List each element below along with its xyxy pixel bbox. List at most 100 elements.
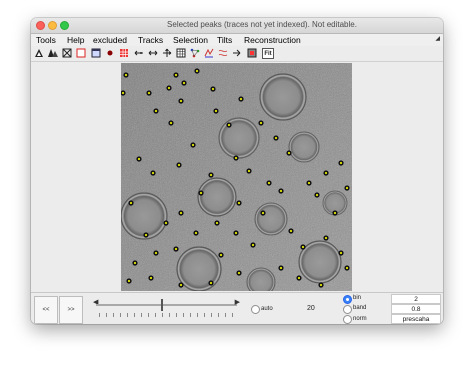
peak-marker-center <box>247 169 251 173</box>
peak-marker-center <box>137 157 141 161</box>
peak-marker-center <box>289 229 293 233</box>
slider-ticks <box>99 313 239 317</box>
peak-marker-center <box>174 73 178 77</box>
peak-marker-center <box>179 211 183 215</box>
peak-marker-center <box>234 231 238 235</box>
bin-label: bin <box>353 295 362 301</box>
peak-marker-center <box>234 156 238 160</box>
dot-marker-icon[interactable] <box>105 48 115 58</box>
menu-selection[interactable]: Selection <box>173 35 208 45</box>
menu-tools[interactable]: Tools <box>36 35 56 45</box>
peak-marker-center <box>251 243 255 247</box>
menu-help[interactable]: Help <box>67 35 84 45</box>
red-frame-icon[interactable] <box>76 48 86 58</box>
band-radio[interactable] <box>343 305 352 314</box>
norm-field[interactable]: prescaha <box>391 314 441 324</box>
micrograph-image[interactable] <box>121 63 352 291</box>
previous-button[interactable]: << <box>34 296 58 324</box>
slider-thumb[interactable] <box>161 299 163 311</box>
minimize-window-button[interactable] <box>48 21 57 30</box>
peak-marker-center <box>169 121 173 125</box>
peak-marker-center <box>151 171 155 175</box>
peak-marker-center <box>129 201 133 205</box>
peak-marker-center <box>345 186 349 190</box>
peak-marker-center <box>194 231 198 235</box>
peak-marker-center <box>154 109 158 113</box>
auto-radio[interactable] <box>251 305 260 314</box>
shift-left-icon[interactable] <box>134 48 144 58</box>
peak-marker-center <box>209 281 213 285</box>
menu-reconstruction[interactable]: Reconstruction <box>244 35 301 45</box>
peak-marker-center <box>324 171 328 175</box>
peak-marker-center <box>227 123 231 127</box>
shift-right-icon[interactable] <box>148 48 158 58</box>
band-label: band <box>353 305 367 311</box>
peak-marker-center <box>215 221 219 225</box>
peak-marker-center <box>319 283 323 287</box>
peak-marker-center <box>307 181 311 185</box>
window-title: Selected peaks (traces not yet indexed).… <box>167 20 357 29</box>
peak-marker-center <box>339 251 343 255</box>
peak-marker-center <box>177 163 181 167</box>
close-window-button[interactable] <box>36 21 45 30</box>
network-icon[interactable] <box>190 48 200 58</box>
peak-marker-center <box>182 81 186 85</box>
app-window: Selected peaks (traces not yet indexed).… <box>31 18 443 324</box>
frame-number: 20 <box>307 305 315 312</box>
next-button[interactable]: >> <box>59 296 83 324</box>
peak-marker-center <box>121 91 125 95</box>
peak-marker-center <box>237 271 241 275</box>
band-field[interactable]: 0.8 <box>391 304 441 314</box>
peak-marker-center <box>179 283 183 287</box>
peak-marker-center <box>259 121 263 125</box>
peak-marker-center <box>297 276 301 280</box>
table-icon[interactable] <box>176 48 186 58</box>
peak-marker-center <box>133 261 137 265</box>
fit-button[interactable]: Fit <box>262 48 274 59</box>
peak-marker-center <box>301 245 305 249</box>
control-panel: << >> ◀ ▶ auto 20 bin 2 band 0.8 norm pr… <box>31 292 443 324</box>
move-icon[interactable] <box>162 48 172 58</box>
micrograph-svg <box>121 63 352 291</box>
peak-marker-center <box>199 191 203 195</box>
bin-field[interactable]: 2 <box>391 294 441 304</box>
zoom-window-button[interactable] <box>60 21 69 30</box>
peak-marker-center <box>333 211 337 215</box>
peak-marker-center <box>287 151 291 155</box>
box-select-icon[interactable] <box>62 48 72 58</box>
grid-icon[interactable] <box>119 48 129 58</box>
peak-marker-center <box>239 97 243 101</box>
slider-track <box>96 304 237 306</box>
menu-bar: Tools Help excluded Tracks Selection Til… <box>31 34 443 46</box>
menu-excluded[interactable]: excluded <box>93 35 127 45</box>
track-path-icon[interactable] <box>218 48 228 58</box>
peak-marker-center <box>179 99 183 103</box>
peak-marker-center <box>279 189 283 193</box>
peak-marker-center <box>174 247 178 251</box>
peak-marker-center <box>167 86 171 90</box>
peak-split-icon[interactable] <box>48 48 58 58</box>
image-icon[interactable] <box>247 48 257 58</box>
menu-tracks[interactable]: Tracks <box>138 35 163 45</box>
peak-marker-center <box>261 211 265 215</box>
window-view-icon[interactable] <box>91 48 101 58</box>
norm-label: norm <box>353 316 367 322</box>
bin-radio[interactable] <box>343 295 352 304</box>
frame-slider[interactable]: ◀ ▶ <box>93 298 240 311</box>
peak-marker-center <box>267 181 271 185</box>
peak-mode-icon[interactable] <box>34 48 44 58</box>
arrow-right-icon[interactable] <box>232 48 242 58</box>
peak-marker-center <box>147 91 151 95</box>
peak-marker-center <box>315 193 319 197</box>
auto-label: auto <box>261 306 273 312</box>
menu-overflow-icon[interactable]: ◢ <box>435 35 440 42</box>
peak-marker-center <box>195 69 199 73</box>
slider-right-arrow-icon[interactable]: ▶ <box>235 298 240 306</box>
peak-marker-center <box>127 279 131 283</box>
menu-tilts[interactable]: Tilts <box>217 35 232 45</box>
peak-marker-center <box>124 73 128 77</box>
peak-marker-center <box>214 109 218 113</box>
tilt-series-icon[interactable] <box>204 48 214 58</box>
peak-marker-center <box>339 161 343 165</box>
norm-radio[interactable] <box>343 315 352 324</box>
